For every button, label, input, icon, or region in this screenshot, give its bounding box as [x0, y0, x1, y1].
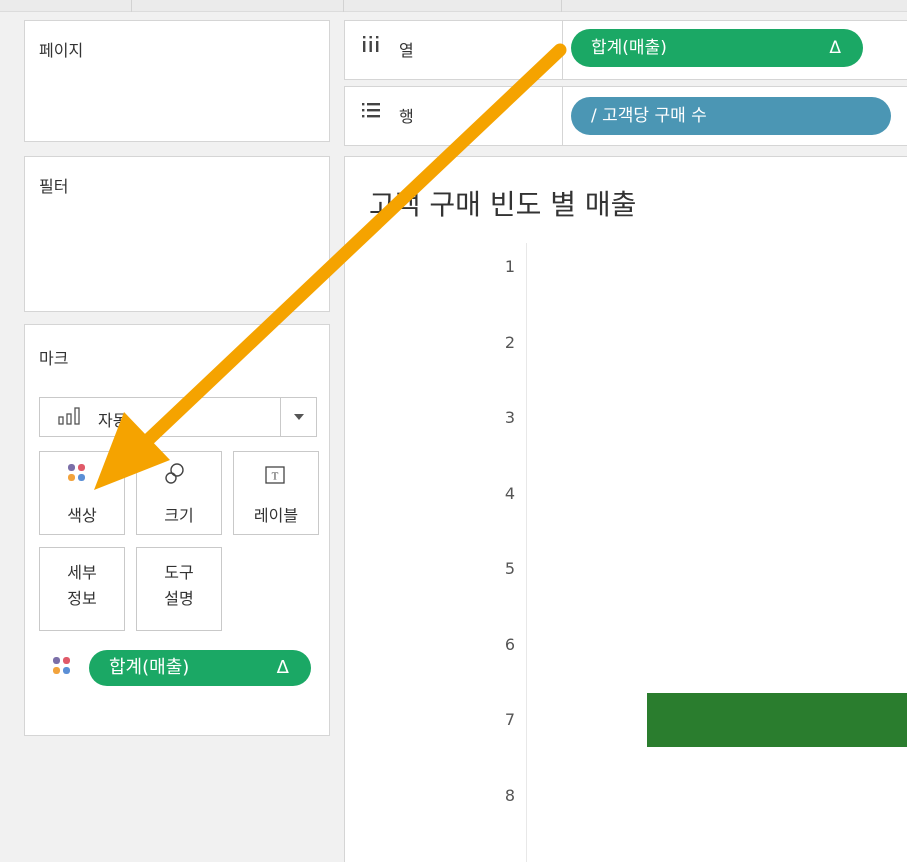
arrow-annotation	[94, 43, 567, 490]
